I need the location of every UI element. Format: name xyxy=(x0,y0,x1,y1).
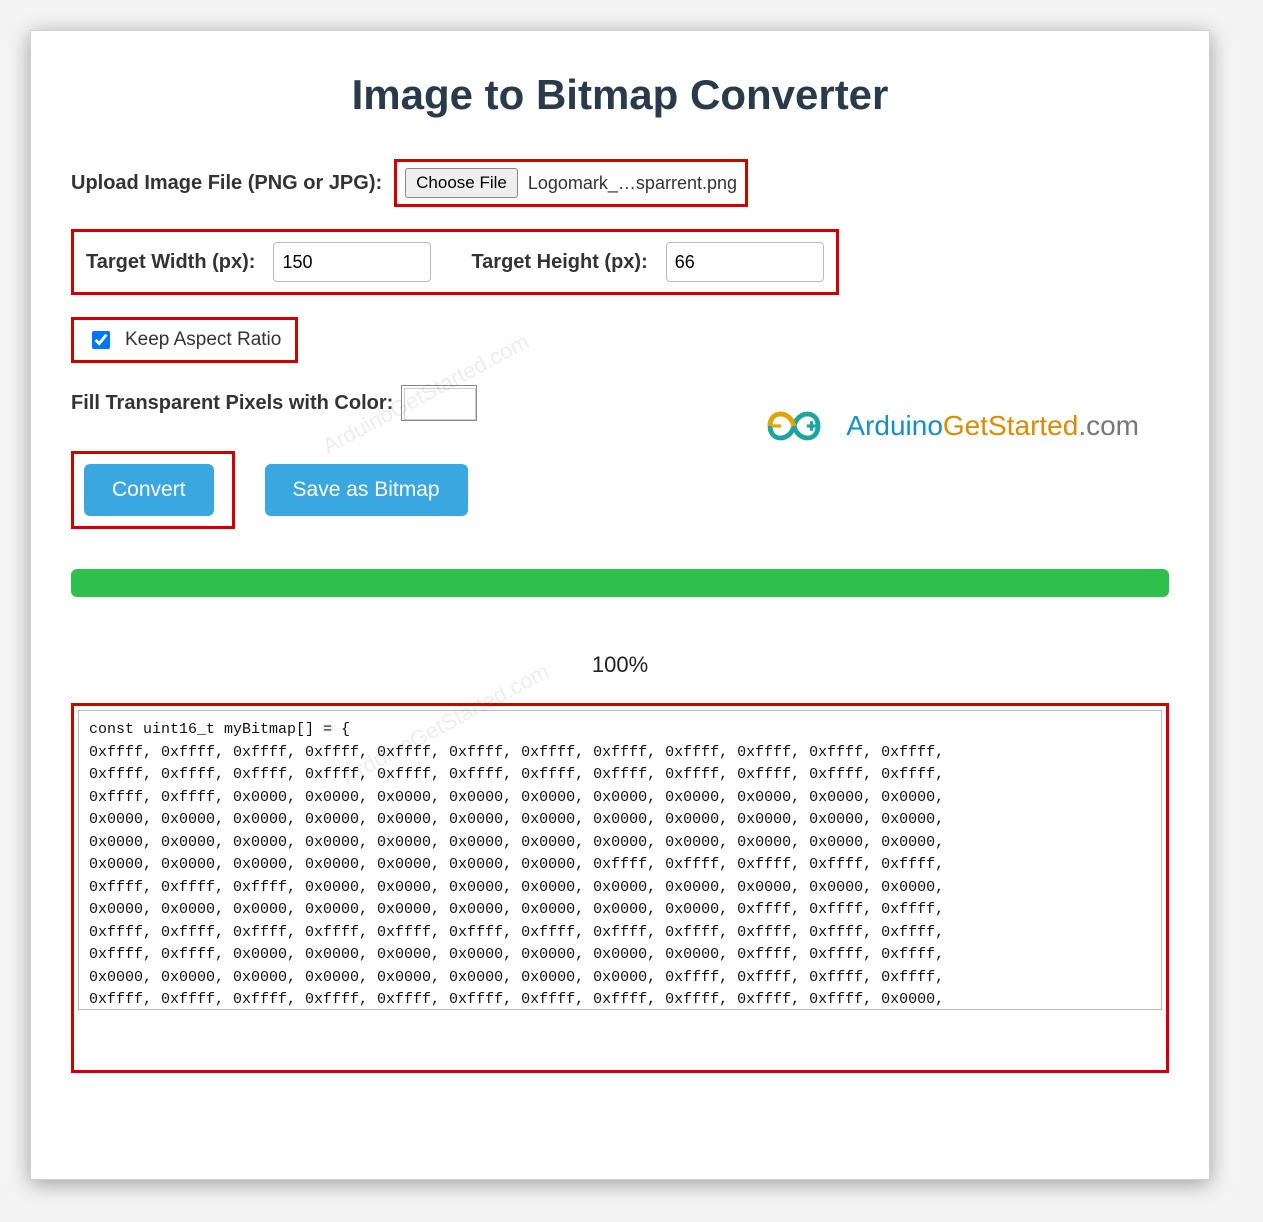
dimensions-row: Target Width (px): Target Height (px): xyxy=(71,229,1169,295)
converter-panel: Image to Bitmap Converter Upload Image F… xyxy=(30,30,1210,1180)
convert-highlight: Convert xyxy=(71,451,235,529)
height-label: Target Height (px): xyxy=(471,251,647,274)
code-output-highlight xyxy=(71,703,1169,1073)
height-input[interactable] xyxy=(666,242,824,282)
progress-bar xyxy=(71,569,1169,597)
color-swatch-icon xyxy=(404,388,476,420)
aspect-highlight: Keep Aspect Ratio xyxy=(71,317,298,363)
width-input[interactable] xyxy=(273,242,431,282)
aspect-row: Keep Aspect Ratio xyxy=(71,317,1169,363)
file-input-highlight: Choose File Logomark_…sparrent.png xyxy=(394,159,748,207)
dimensions-highlight: Target Width (px): Target Height (px): xyxy=(71,229,839,295)
progress-percent: 100% xyxy=(71,652,1169,678)
page-title: Image to Bitmap Converter xyxy=(71,71,1169,119)
fill-color-input[interactable] xyxy=(401,385,477,421)
buttons-row: Convert Save as Bitmap xyxy=(71,451,1169,529)
upload-row: Upload Image File (PNG or JPG): Choose F… xyxy=(71,159,1169,207)
upload-label: Upload Image File (PNG or JPG): xyxy=(71,172,382,195)
width-label: Target Width (px): xyxy=(86,251,255,274)
code-output[interactable] xyxy=(78,710,1162,1010)
chosen-filename: Logomark_…sparrent.png xyxy=(528,173,737,194)
save-bitmap-button[interactable]: Save as Bitmap xyxy=(265,464,468,516)
fill-label: Fill Transparent Pixels with Color: xyxy=(71,392,393,415)
choose-file-button[interactable]: Choose File xyxy=(405,168,518,198)
aspect-checkbox[interactable] xyxy=(92,331,110,349)
aspect-label: Keep Aspect Ratio xyxy=(125,329,281,351)
convert-button[interactable]: Convert xyxy=(84,464,214,516)
fill-row: Fill Transparent Pixels with Color: xyxy=(71,385,1169,421)
